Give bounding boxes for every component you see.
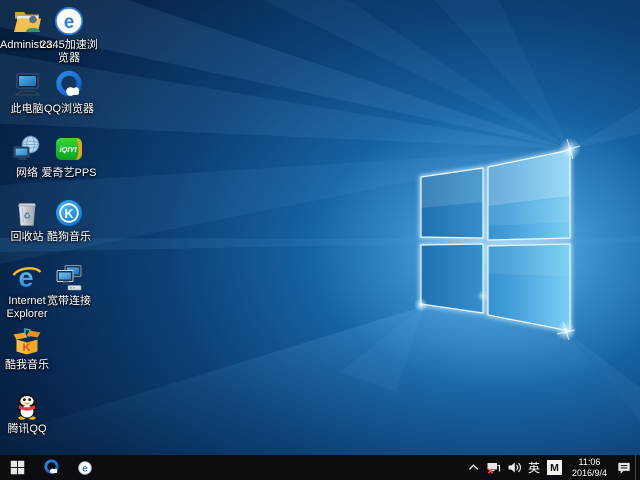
desktop-icon-label: 酷我音乐 xyxy=(0,359,54,372)
desktop-icon-2345-browser[interactable]: e 2345加速浏览器 xyxy=(38,6,100,65)
2345-browser-icon: e xyxy=(54,6,84,36)
desktop-icon-qq-browser[interactable]: QQ浏览器 xyxy=(38,70,100,116)
svg-text:iQIYI: iQIYI xyxy=(59,145,77,154)
ime-mode-letter: M xyxy=(550,462,559,474)
desktop-icon-label: 2345加速浏览器 xyxy=(38,39,100,65)
taskbar-2345-browser-button[interactable]: e xyxy=(68,455,102,480)
windows-start-icon xyxy=(10,460,25,475)
desktop-icon-kuwo-music[interactable]: K 酷我音乐 xyxy=(0,326,54,372)
taskbar-qq-browser-button[interactable] xyxy=(34,455,68,480)
qq-browser-icon xyxy=(54,70,84,100)
broadband-connection-icon xyxy=(54,262,84,292)
desktop-icon-label: 酷狗音乐 xyxy=(38,231,100,244)
speaker-icon xyxy=(507,460,522,475)
desktop-icon-label: 宽带连接 xyxy=(38,295,100,308)
clock-time: 11:06 xyxy=(572,457,607,468)
desktop-icon-label: 爱奇艺PPS xyxy=(38,167,100,180)
desktop-icon-label: 腾讯QQ xyxy=(0,423,54,436)
desktop-icon-broadband-connection[interactable]: 宽带连接 xyxy=(38,262,100,308)
tencent-qq-icon xyxy=(12,390,42,420)
desktop-icon-iqiyi-pps[interactable]: iQIYI 爱奇艺PPS xyxy=(38,134,100,180)
desktop-icon-tencent-qq[interactable]: 腾讯QQ xyxy=(0,390,54,436)
action-center-button[interactable] xyxy=(613,455,635,480)
iqiyi-pps-icon: iQIYI xyxy=(54,134,84,164)
kuwo-music-icon: K xyxy=(12,326,42,356)
clock-date: 2016/9/4 xyxy=(572,468,607,479)
network-disconnected-icon xyxy=(486,460,501,475)
svg-text:e: e xyxy=(64,12,75,33)
volume-button[interactable] xyxy=(504,455,525,480)
system-tray: 英 M 11:06 2016/9/4 xyxy=(464,455,640,480)
tray-expand-button[interactable] xyxy=(464,455,483,480)
ime-language-indicator[interactable]: 英 xyxy=(525,455,543,480)
svg-text:e: e xyxy=(82,463,88,474)
ime-mode-badge[interactable]: M xyxy=(547,460,562,475)
svg-text:♻: ♻ xyxy=(23,211,31,221)
svg-text:K: K xyxy=(64,207,73,221)
show-desktop-button[interactable] xyxy=(635,455,640,480)
network-status-button[interactable] xyxy=(483,455,504,480)
action-center-icon xyxy=(616,460,632,476)
qq-browser-taskbar-icon xyxy=(43,459,60,476)
svg-text:K: K xyxy=(23,342,31,354)
svg-text:e: e xyxy=(18,263,33,293)
taskbar-clock[interactable]: 11:06 2016/9/4 xyxy=(566,457,613,478)
desktop-icon-label: QQ浏览器 xyxy=(38,103,100,116)
chevron-up-icon xyxy=(467,461,480,474)
2345-browser-taskbar-icon: e xyxy=(77,460,93,476)
desktop-icon-kugou-music[interactable]: K 酷狗音乐 xyxy=(38,198,100,244)
taskbar: e xyxy=(0,455,640,480)
start-button[interactable] xyxy=(0,455,34,480)
kugou-music-icon: K xyxy=(54,198,84,228)
desktop: Administra... e 2345加速浏览器 此电脑 xyxy=(0,0,640,480)
